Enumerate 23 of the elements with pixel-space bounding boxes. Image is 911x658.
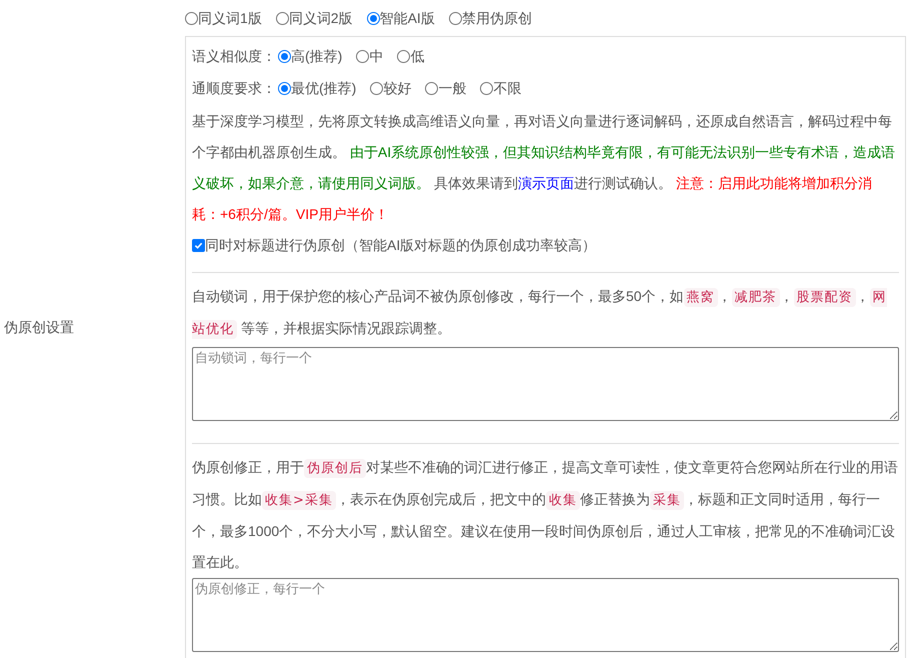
field-label: 通顺度要求： (192, 78, 276, 98)
demo-page-link[interactable]: 演示页面 (518, 175, 574, 191)
radio-option[interactable]: 一般 (425, 78, 466, 98)
field-label: 语义相似度： (192, 47, 276, 66)
check-icon (194, 240, 203, 250)
radio-option[interactable]: 高(推荐) (278, 46, 342, 67)
input-field[interactable]: 自动锁词，每行一个 (192, 347, 899, 421)
radio-option[interactable]: 禁用伪原创 (448, 8, 532, 29)
ai-description: 基于深度学习模型，先将原文转换成高维语义向量，再对语义向量进行逐词解码，还原成自然语言，解码过程中每个字都由机器原创生成。 由于AI系统原创性较强，但其知识结构毕竟有限，有可能无法识别一些专有术语，造成语义破坏，如果介意，请使用同义词版。 具体效果请到演示页面进行测试确认。 注意：启用此功能将增加积分消耗：+6积分/篇。VIP用户半价！ (192, 112, 896, 224)
correction-description: 伪原创修正，用于 伪原创后 对某些不准确的词汇进行修正，提高文章可读性，使文章更符合您网站所在行业的用语习惯。比如 收集>采集 ，表示在伪原创完成后，把文中的 收集 修正替换为 采集 ，标题和正文同时适用，每行一个，最多1000个，不分大小写，默认留空。建议在使用一段时间伪原创后，通过人工审核，把常见的不准确词汇设置在此。 (192, 458, 899, 572)
input-field[interactable]: 伪原创修正，每行一个 (192, 578, 899, 652)
lock-words-description: 自动锁词，用于保护您的核心产品词不被伪原创修改，每行一个，最多50个，如 燕窝 ， 减肥茶 ， 股票配资 ， 网站优化 等等，并根据实际情况跟踪调整。 (192, 287, 888, 341)
radio-option[interactable]: 不限 (480, 78, 522, 98)
radio-option[interactable]: 同义词1版 (185, 8, 262, 29)
radio-option[interactable]: 智能AI版 (366, 8, 435, 29)
radio-option[interactable]: 最优(推荐) (278, 78, 356, 98)
title-checkbox-option[interactable]: 同时对标题进行伪原创（智能AI版对标题的伪原创成功率较高） (192, 230, 899, 260)
radio-option[interactable]: 低 (397, 46, 424, 67)
checkbox[interactable] (192, 238, 205, 252)
radio-option[interactable]: 同义词2版 (276, 8, 353, 29)
radio-option[interactable]: 中 (356, 46, 384, 67)
section-label: 伪原创设置 (3, 318, 74, 336)
radio-option[interactable]: 较好 (370, 78, 412, 98)
